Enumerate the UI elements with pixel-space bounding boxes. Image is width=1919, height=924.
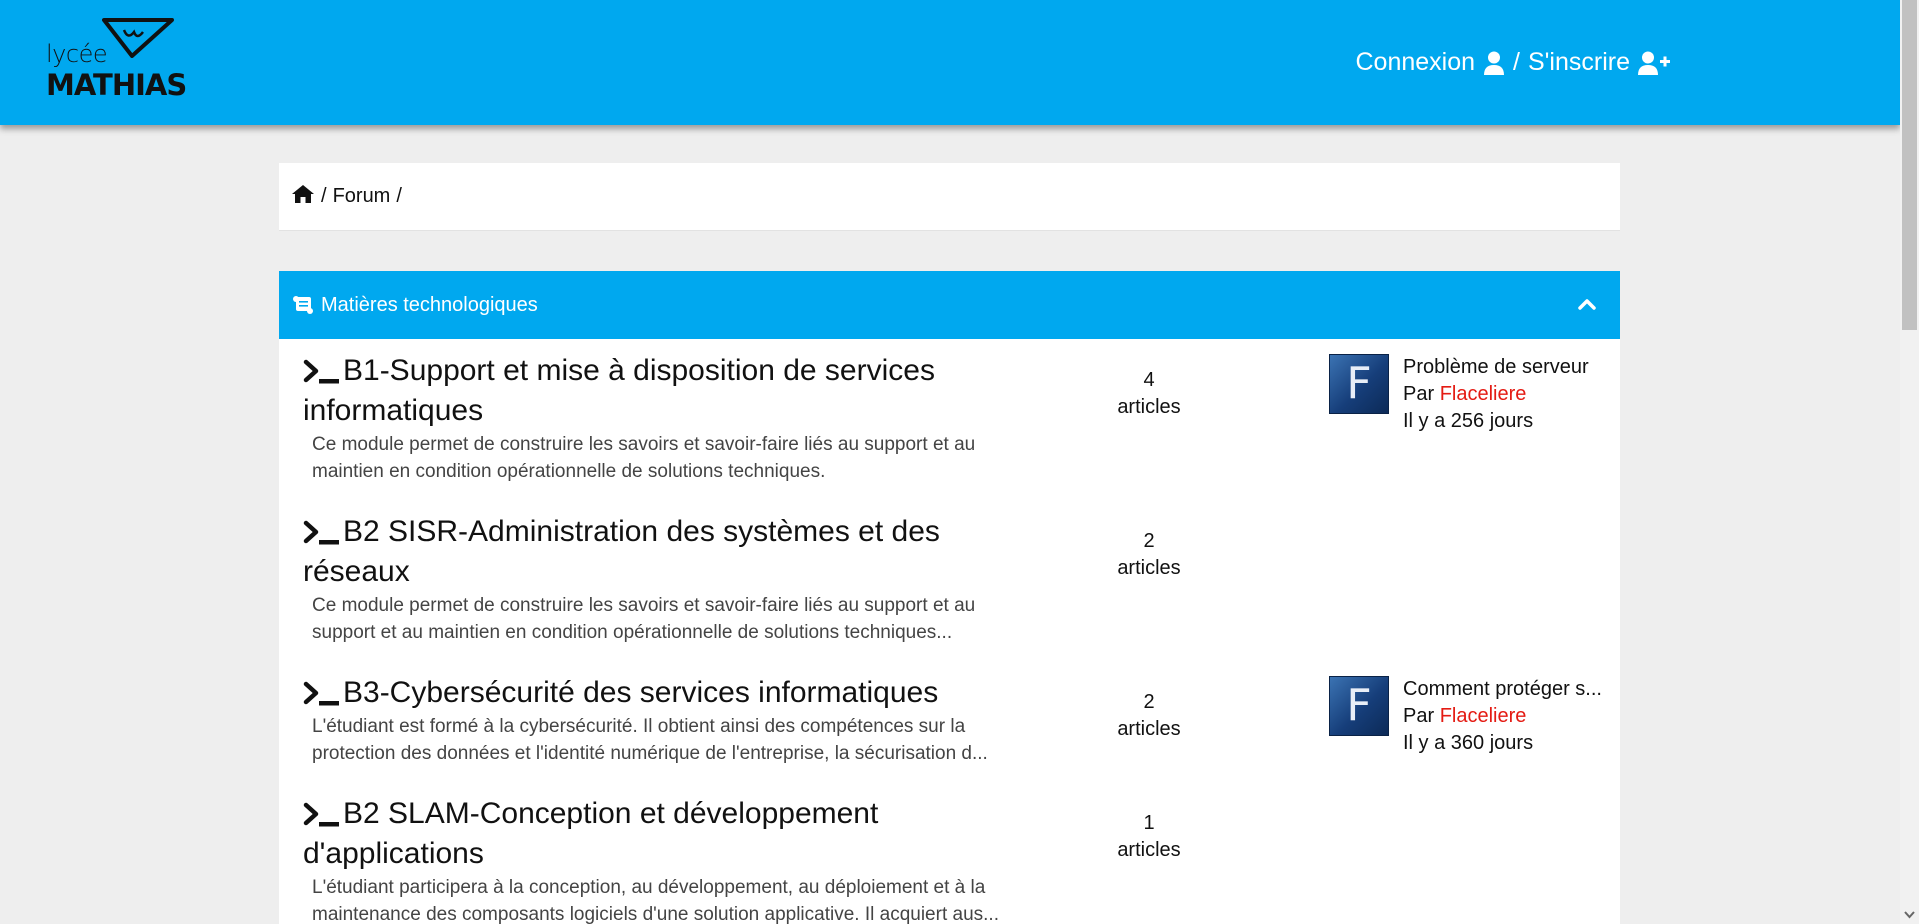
forum-title: B1-Support et mise à disposition de serv… bbox=[303, 354, 935, 427]
forum-row: B3-Cybersécurité des services informatiq… bbox=[279, 673, 1620, 783]
forum-row: B2 SLAM-Conception et développement d'ap… bbox=[279, 794, 1620, 924]
breadcrumb-separator: / bbox=[396, 185, 402, 207]
forum-title-link[interactable]: B1-Support et mise à disposition de serv… bbox=[303, 351, 963, 431]
article-count-value: 2 bbox=[1143, 530, 1155, 552]
article-count-label: articles bbox=[1117, 396, 1181, 418]
login-label: Connexion bbox=[1355, 48, 1476, 76]
forum-description: L'étudiant participera à la conception, … bbox=[312, 874, 1032, 924]
last-post-info: Problème de serveur Par Flaceliere Il y … bbox=[1403, 354, 1613, 435]
breadcrumb: / Forum / bbox=[279, 163, 1620, 231]
forum-title-link[interactable]: B2 SISR-Administration des systèmes et d… bbox=[303, 512, 963, 592]
forum-description-line: maintenance des composants logiciels d'u… bbox=[312, 904, 999, 924]
forum-description-line: support et au maintien en condition opér… bbox=[312, 622, 953, 643]
last-post-title[interactable]: Problème de serveur bbox=[1403, 354, 1613, 381]
register-link[interactable]: S'inscrire bbox=[1528, 48, 1670, 77]
terminal-icon bbox=[303, 520, 339, 545]
scroll-down-arrow-icon[interactable] bbox=[1904, 909, 1915, 920]
auth-separator: / bbox=[1513, 48, 1520, 76]
logo-text-lycee: lycée bbox=[46, 40, 108, 68]
vertical-scrollbar[interactable] bbox=[1900, 0, 1919, 924]
logo-text-mathias: MATHIAS bbox=[46, 68, 187, 102]
terminal-icon bbox=[303, 802, 339, 827]
forum-description: Ce module permet de construire les savoi… bbox=[312, 431, 1032, 485]
by-label: Par bbox=[1403, 383, 1435, 405]
logo-triangle-icon bbox=[102, 18, 174, 58]
forum-title-link[interactable]: B3-Cybersécurité des services informatiq… bbox=[303, 673, 963, 713]
breadcrumb-forum[interactable]: Forum bbox=[333, 185, 391, 208]
forum-title: B2 SLAM-Conception et développement d'ap… bbox=[303, 797, 879, 870]
last-post-title[interactable]: Comment protéger s... bbox=[1403, 676, 1613, 703]
user-icon bbox=[1484, 51, 1505, 75]
breadcrumb-home[interactable] bbox=[291, 184, 315, 210]
auth-links: Connexion / S'inscrire bbox=[1356, 48, 1670, 77]
forum-row: B2 SISR-Administration des systèmes et d… bbox=[279, 512, 1620, 662]
last-post-info: Comment protéger s... Par Flaceliere Il … bbox=[1403, 676, 1613, 757]
forum-title: B3-Cybersécurité des services informatiq… bbox=[343, 676, 939, 709]
forum-description-line: Ce module permet de construire les savoi… bbox=[312, 434, 976, 455]
article-count: 1 articles bbox=[1099, 810, 1199, 864]
article-count-value: 1 bbox=[1143, 812, 1155, 834]
article-count-label: articles bbox=[1117, 557, 1181, 579]
last-post-date: Il y a 256 jours bbox=[1403, 410, 1534, 432]
category-card: Matières technologiques B1-Support et mi… bbox=[279, 271, 1620, 924]
article-count-label: articles bbox=[1117, 718, 1181, 740]
scroll-icon bbox=[293, 296, 313, 314]
author-link[interactable]: Flaceliere bbox=[1440, 705, 1527, 727]
forum-title: B2 SISR-Administration des systèmes et d… bbox=[303, 515, 940, 588]
category-title: Matières technologiques bbox=[321, 293, 538, 316]
home-icon bbox=[292, 184, 314, 203]
article-count-label: articles bbox=[1117, 839, 1181, 861]
scrollbar-thumb[interactable] bbox=[1902, 0, 1917, 330]
article-count: 4 articles bbox=[1099, 367, 1199, 421]
register-label: S'inscrire bbox=[1527, 48, 1630, 76]
last-post-byline: Par Flaceliere bbox=[1403, 703, 1613, 730]
by-label: Par bbox=[1403, 705, 1435, 727]
breadcrumb-separator: / bbox=[321, 185, 327, 207]
terminal-icon bbox=[303, 681, 339, 706]
forum-description-line: L'étudiant est formé à la cybersécurité.… bbox=[312, 716, 966, 737]
forum-description-line: maintien en condition opérationnelle de … bbox=[312, 461, 826, 482]
avatar[interactable]: F bbox=[1329, 676, 1389, 736]
forum-description-line: L'étudiant participera à la conception, … bbox=[312, 877, 986, 898]
collapse-toggle[interactable] bbox=[1578, 293, 1596, 316]
article-count-value: 2 bbox=[1143, 691, 1155, 713]
article-count: 2 articles bbox=[1099, 528, 1199, 582]
site-logo[interactable]: lycée MATHIAS bbox=[44, 18, 187, 102]
terminal-icon bbox=[303, 359, 339, 384]
last-post-byline: Par Flaceliere bbox=[1403, 381, 1613, 408]
forum-description: Ce module permet de construire les savoi… bbox=[312, 592, 1032, 646]
login-link[interactable]: Connexion bbox=[1356, 48, 1506, 77]
article-count-value: 4 bbox=[1143, 369, 1155, 391]
forum-description: L'étudiant est formé à la cybersécurité.… bbox=[312, 713, 1032, 767]
forum-row: B1-Support et mise à disposition de serv… bbox=[279, 351, 1620, 501]
forum-description-line: protection des données et l'identité num… bbox=[312, 743, 988, 764]
article-count: 2 articles bbox=[1099, 689, 1199, 743]
category-header[interactable]: Matières technologiques bbox=[279, 271, 1620, 339]
forum-description-line: Ce module permet de construire les savoi… bbox=[312, 595, 976, 616]
user-plus-icon bbox=[1638, 51, 1670, 75]
forum-title-link[interactable]: B2 SLAM-Conception et développement d'ap… bbox=[303, 794, 963, 874]
top-header: lycée MATHIAS Connexion / S'inscrire bbox=[0, 0, 1900, 125]
avatar[interactable]: F bbox=[1329, 354, 1389, 414]
chevron-up-icon bbox=[1578, 299, 1596, 310]
last-post-date: Il y a 360 jours bbox=[1403, 732, 1534, 754]
author-link[interactable]: Flaceliere bbox=[1440, 383, 1527, 405]
